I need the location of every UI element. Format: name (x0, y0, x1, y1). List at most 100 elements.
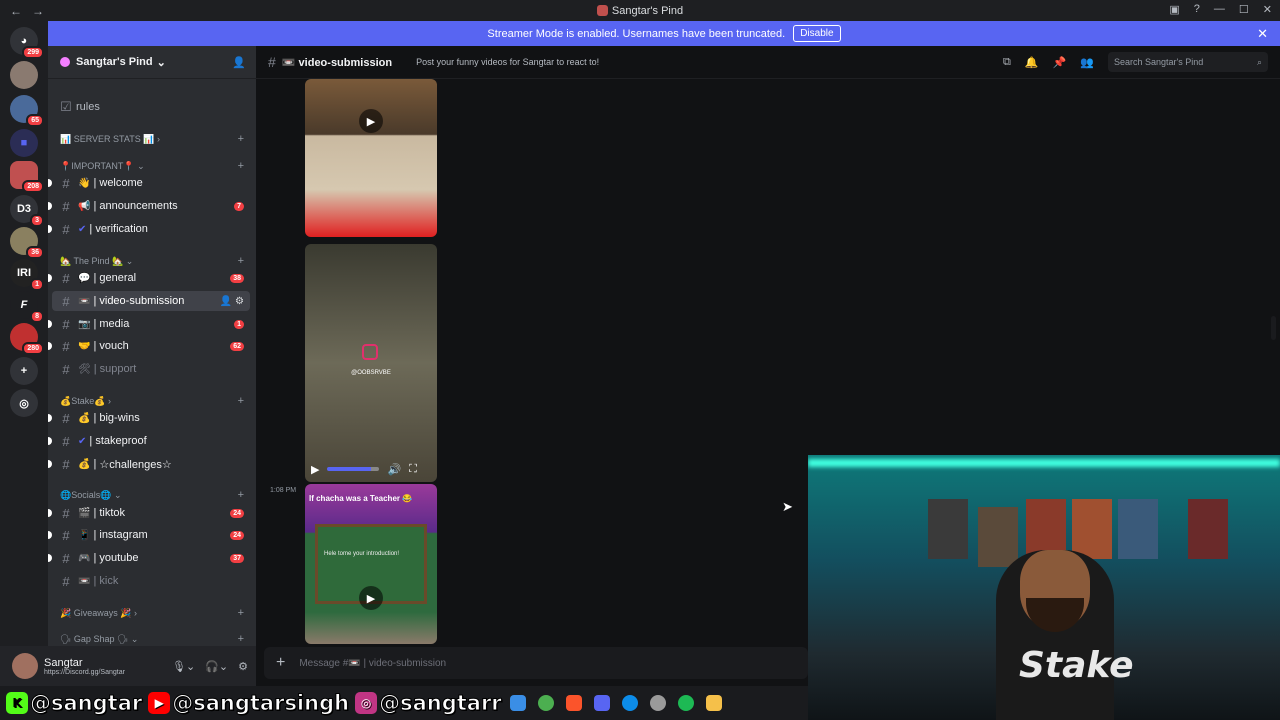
add-channel-icon[interactable]: + (238, 633, 244, 645)
add-attachment-icon[interactable]: + (276, 654, 285, 672)
channel-big-wins[interactable]: # 💰 | big-wins (48, 408, 250, 428)
play-icon[interactable]: ▶ (311, 463, 319, 476)
channel-general[interactable]: # 💬 | general 38 (48, 268, 250, 288)
close-window-icon[interactable]: ✕ (1263, 3, 1272, 16)
unread-indicator (48, 274, 52, 282)
add-channel-icon[interactable]: + (238, 395, 244, 407)
add-channel-icon[interactable]: + (238, 489, 244, 501)
close-banner-icon[interactable]: ✕ (1257, 26, 1268, 42)
add-server-button[interactable]: + (10, 357, 38, 385)
guild-item[interactable]: D3 3 (10, 195, 44, 227)
channel-video-submission[interactable]: # 📼 | video-submission 👤 ⚙ (52, 291, 250, 311)
category-important[interactable]: 📍IMPORTANT📍 ⌄ + (60, 160, 244, 172)
video-attachment[interactable]: ▶ (305, 79, 437, 237)
add-channel-icon[interactable]: + (238, 160, 244, 172)
message-timestamp: 1:08 PM (270, 487, 297, 494)
video-attachment[interactable]: @OOBSRVBE ▶ 🔊 ⛶ (305, 244, 437, 482)
category-socials[interactable]: 🌐Socials🌐 ⌄ + (60, 489, 244, 501)
category-giveaways[interactable]: 🎉 Giveaways 🎉 › + (60, 607, 244, 619)
file-explorer-icon[interactable] (705, 695, 722, 711)
video-attachment[interactable]: If chacha was a Teacher 😂 Hele tome your… (305, 484, 437, 644)
disable-button[interactable]: Disable (793, 25, 841, 42)
channel-verification[interactable]: # ✔ | verification (48, 219, 250, 239)
channel-kick[interactable]: # 📼 | kick (52, 571, 250, 591)
add-channel-icon[interactable]: + (238, 607, 244, 619)
channel-welcome[interactable]: # 👋 | welcome (48, 173, 250, 193)
obs-icon[interactable] (649, 695, 666, 711)
members-icon[interactable]: 👥 (1080, 56, 1094, 69)
guild-item[interactable] (10, 61, 38, 89)
server-header[interactable]: Sangtar's Pind ⌄ 👤 (48, 46, 256, 79)
category-the-pind[interactable]: 🏡 The Pind 🏡 ⌄ + (60, 255, 244, 267)
gear-icon[interactable]: ⚙ (235, 296, 244, 307)
guild-badge: 8 (30, 310, 44, 323)
microphone-icon[interactable]: 🎙⌄ (172, 660, 195, 673)
channel-support[interactable]: # 🛠 | support (52, 359, 250, 379)
mention-badge: 24 (230, 508, 244, 518)
guild-item[interactable]: F 8 (10, 291, 44, 323)
guild-badge: 65 (26, 114, 44, 127)
channel-stakeproof[interactable]: # ✔ | stakeproof (48, 431, 250, 451)
discover-button[interactable]: ◎ (10, 389, 38, 417)
guild-item-active[interactable]: 208 (10, 161, 44, 193)
user-info[interactable]: Sangtar https://Discord.gg/Sangtar (44, 657, 125, 676)
inbox-icon[interactable]: ▣ (1169, 3, 1179, 16)
channel-name: verification (95, 223, 148, 235)
bell-icon[interactable]: 🔔 (1025, 56, 1039, 69)
category-label: 🌐Socials🌐 (60, 489, 112, 500)
fullscreen-icon[interactable]: ⛶ (409, 463, 417, 476)
guild-item[interactable]: 280 (10, 323, 44, 355)
video-watermark: @OOBSRVBE (351, 370, 391, 376)
guild-item[interactable]: IRI 1 (10, 259, 44, 291)
channel-tiktok[interactable]: # 🎬 | tiktok 24 (48, 503, 250, 523)
channel-instagram[interactable]: # 📱 | instagram 24 (48, 525, 250, 545)
maximize-icon[interactable]: ☐ (1239, 3, 1249, 16)
guild-item[interactable]: 65 (10, 95, 44, 127)
channel-challenges[interactable]: # 💰 | ☆challenges☆ (48, 454, 250, 474)
folder-icon: ■ (20, 137, 28, 149)
search-placeholder: Search Sangtar's Pind (1114, 57, 1204, 67)
invite-icon[interactable]: 👤 (232, 56, 246, 69)
pin-icon[interactable]: 📌 (1053, 56, 1067, 69)
play-icon[interactable]: ▶ (359, 109, 383, 133)
channel-announcements[interactable]: # 📢 | announcements 7 (48, 196, 250, 216)
guild-item[interactable]: 36 (10, 227, 44, 259)
channel-emoji: 👋 (78, 177, 91, 189)
channel-topic[interactable]: Post your funny videos for Sangtar to re… (406, 57, 599, 67)
channel-vouch[interactable]: # 🤝 | vouch 62 (48, 336, 250, 356)
spotify-icon[interactable] (677, 695, 694, 711)
category-gap-shap[interactable]: 🗣 Gap Shap 🗣 ⌄ + (60, 633, 244, 645)
discord-icon[interactable] (593, 695, 610, 711)
play-icon[interactable]: ▶ (359, 586, 383, 610)
chevron-down-icon: ⌄ (156, 56, 166, 69)
volume-icon[interactable]: 🔊 (387, 463, 401, 476)
headphones-icon[interactable]: 🎧⌄ (205, 660, 228, 673)
minimize-icon[interactable]: — (1214, 3, 1225, 16)
brave-icon[interactable] (565, 695, 582, 711)
gear-icon[interactable]: ⚙ (238, 660, 248, 673)
create-invite-icon[interactable]: 👤 (220, 296, 232, 307)
threads-icon[interactable]: ⧉ (1003, 56, 1011, 69)
guild-home[interactable]: ◕ 299 (10, 27, 44, 59)
help-icon[interactable]: ? (1194, 3, 1200, 16)
volume-slider[interactable] (327, 467, 380, 471)
channel-name: announcements (99, 200, 178, 212)
channel-emoji: 📢 (78, 200, 91, 212)
add-channel-icon[interactable]: + (238, 133, 244, 145)
avatar[interactable] (12, 653, 38, 679)
search-input[interactable]: Search Sangtar's Pind ⌕ (1108, 52, 1268, 72)
channel-youtube[interactable]: # 🎮 | youtube 37 (48, 548, 250, 568)
edge-icon[interactable] (621, 695, 638, 711)
add-channel-icon[interactable]: + (238, 255, 244, 267)
category-stake[interactable]: 💰Stake💰 › + (60, 395, 244, 407)
channel-rules[interactable]: ☑ rules (52, 97, 250, 117)
channel-media[interactable]: # 📷 | media 1 (48, 314, 250, 334)
scrollbar[interactable] (1271, 316, 1276, 340)
guild-folder[interactable]: ■ (10, 129, 38, 157)
video-controls: ▶ 🔊 ⛶ (305, 456, 437, 482)
category-server-stats[interactable]: 📊 SERVER STATS 📊 › + (60, 133, 244, 145)
server-boost-icon (60, 57, 70, 67)
windows-start-icon[interactable] (509, 695, 526, 711)
chrome-icon[interactable] (537, 695, 554, 711)
message-input[interactable]: + Message #📼 | video-submission (264, 647, 808, 679)
